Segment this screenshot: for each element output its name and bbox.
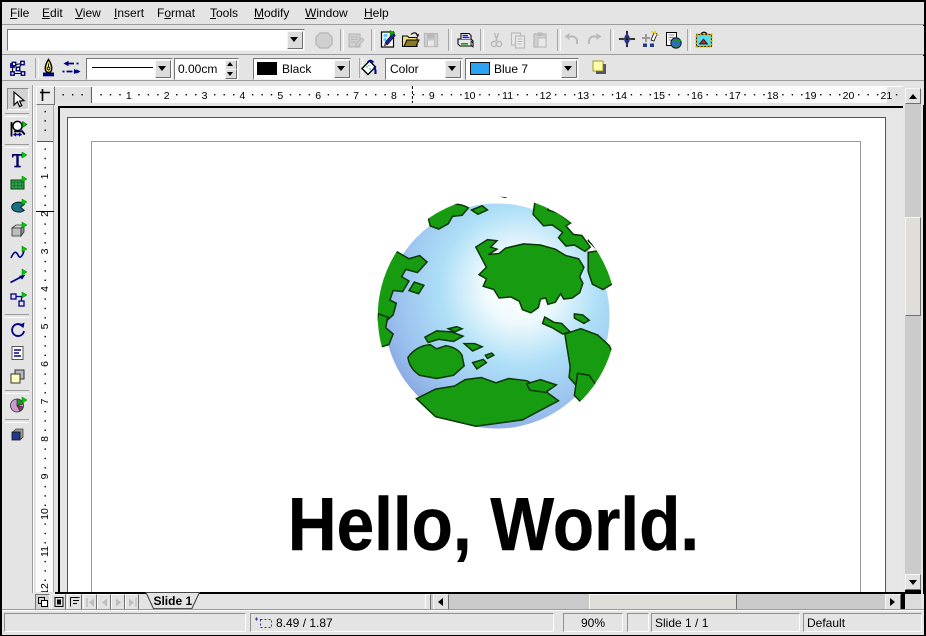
svg-text:17: 17 [729, 90, 741, 102]
svg-text:7: 7 [39, 398, 51, 404]
svg-text:6: 6 [39, 361, 51, 367]
svg-text:5: 5 [277, 90, 283, 102]
svg-text:19: 19 [805, 90, 817, 102]
svg-text:1: 1 [126, 90, 132, 102]
svg-text:16: 16 [691, 90, 703, 102]
svg-text:14: 14 [615, 90, 627, 102]
svg-text:4: 4 [239, 90, 245, 102]
svg-text:6: 6 [315, 90, 321, 102]
svg-text:20: 20 [843, 90, 855, 102]
svg-text:7: 7 [353, 90, 359, 102]
svg-text:2: 2 [164, 90, 170, 102]
svg-text:9: 9 [429, 90, 435, 102]
svg-text:4: 4 [39, 286, 51, 292]
svg-text:12: 12 [540, 90, 552, 102]
svg-text:9: 9 [39, 473, 51, 479]
svg-text:3: 3 [39, 248, 51, 254]
svg-text:8: 8 [391, 90, 397, 102]
svg-text:8: 8 [39, 436, 51, 442]
svg-text:5: 5 [39, 323, 51, 329]
svg-text:Slide 1: Slide 1 [153, 594, 192, 608]
svg-text:21: 21 [881, 90, 893, 102]
svg-text:3: 3 [202, 90, 208, 102]
svg-text:18: 18 [767, 90, 779, 102]
svg-text:15: 15 [653, 90, 665, 102]
svg-text:1: 1 [39, 173, 51, 179]
svg-text:10: 10 [464, 90, 476, 102]
svg-text:12: 12 [39, 583, 51, 592]
svg-text:13: 13 [577, 90, 589, 102]
svg-text:11: 11 [502, 90, 513, 102]
